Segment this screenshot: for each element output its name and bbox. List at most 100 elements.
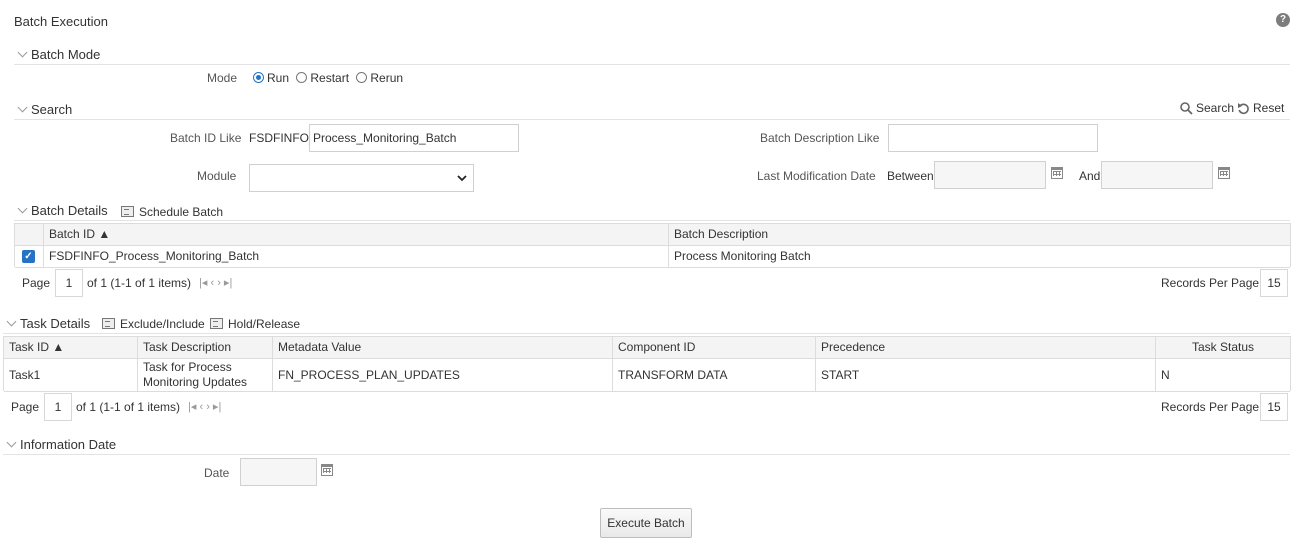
column-header-task-description[interactable]: Task Description [137, 337, 272, 358]
table-header-row: Task ID ▲ Task Description Metadata Valu… [4, 337, 1290, 359]
batch-id-cell: FSDFINFO_Process_Monitoring_Batch [43, 246, 668, 267]
execute-batch-button[interactable]: Execute Batch [600, 508, 692, 538]
records-per-page-label: Records Per Page [1161, 400, 1260, 414]
task-description-cell: Task for Process Monitoring Updates [137, 359, 272, 391]
module-select[interactable] [249, 164, 474, 192]
divider [14, 64, 1290, 65]
pager-page-label: Page [22, 276, 51, 290]
chevron-down-icon [17, 47, 28, 58]
chevron-down-icon [6, 437, 17, 448]
column-header-metadata-value[interactable]: Metadata Value [272, 337, 612, 358]
prev-page-icon[interactable]: ‹ [199, 401, 203, 413]
task-details-table: Task ID ▲ Task Description Metadata Valu… [3, 336, 1291, 392]
divider [3, 454, 1290, 455]
task-details-header-label: Task Details [20, 316, 91, 331]
row-select-cell: ✓ [15, 246, 43, 267]
information-date-input[interactable] [240, 458, 317, 486]
chevron-down-icon [17, 102, 28, 113]
calendar-icon[interactable] [321, 464, 333, 476]
search-header-label: Search [31, 102, 73, 117]
mode-radio-restart[interactable]: Restart [296, 71, 349, 85]
batch-id-like-label: Batch ID Like [170, 131, 242, 145]
and-label: And [1079, 169, 1101, 183]
batch-mode-header-label: Batch Mode [31, 47, 101, 62]
search-button[interactable]: Search [1180, 101, 1234, 115]
pager-summary: of 1 (1-1 of 1 items) [87, 276, 192, 290]
exclude-include-button[interactable]: Exclude/Include [102, 317, 205, 331]
mode-radio-rerun[interactable]: Rerun [356, 71, 403, 85]
pager-nav: |◂ ‹ › ▸| [199, 276, 232, 289]
pager-nav: |◂ ‹ › ▸| [188, 400, 221, 413]
mode-radio-run[interactable]: Run [253, 71, 289, 85]
mode-label: Mode [207, 71, 238, 85]
last-page-icon[interactable]: ▸| [224, 277, 232, 289]
batch-mode-section-header[interactable]: Batch Mode [16, 47, 100, 62]
and-date-input[interactable] [1101, 161, 1213, 189]
batch-id-like-input[interactable]: Process_Monitoring_Batch [309, 124, 519, 152]
search-icon [1180, 101, 1193, 115]
pager-summary: of 1 (1-1 of 1 items) [76, 400, 181, 414]
between-label: Between [887, 169, 934, 183]
calendar-icon[interactable] [1218, 167, 1230, 179]
column-header-precedence[interactable]: Precedence [815, 337, 1155, 358]
batch-description-like-input[interactable] [888, 124, 1098, 152]
batch-details-table: Batch ID ▲ Batch Description ✓ FSDFINFO_… [14, 223, 1291, 268]
batch-description-like-label: Batch Description Like [760, 131, 880, 145]
column-header-task-id[interactable]: Task ID ▲ [4, 337, 137, 358]
chevron-down-icon [457, 175, 467, 182]
batch-id-prefix: FSDFINFO_ [249, 131, 316, 145]
schedule-icon [121, 206, 134, 217]
mode-radio-group: Run Restart Rerun [253, 71, 403, 85]
precedence-cell: START [815, 359, 1155, 391]
table-row[interactable]: Task1 Task for Process Monitoring Update… [4, 359, 1290, 392]
pager-page-label: Page [11, 400, 40, 414]
last-modification-date-label: Last Modification Date [757, 169, 876, 183]
first-page-icon[interactable]: |◂ [199, 277, 207, 289]
first-page-icon[interactable]: |◂ [188, 401, 196, 413]
chevron-down-icon [17, 203, 28, 214]
date-label: Date [204, 466, 230, 480]
table-row[interactable]: ✓ FSDFINFO_Process_Monitoring_Batch Proc… [15, 246, 1290, 268]
information-date-section-header[interactable]: Information Date [5, 437, 116, 452]
task-id-cell: Task1 [9, 367, 41, 382]
column-header-batch-id[interactable]: Batch ID ▲ [43, 224, 668, 245]
column-header-task-status[interactable]: Task Status [1155, 337, 1290, 358]
module-label: Module [197, 169, 237, 183]
pager-page-input[interactable]: 1 [55, 269, 83, 297]
chevron-down-icon [6, 316, 17, 327]
column-header-component-id[interactable]: Component ID [612, 337, 815, 358]
column-header-batch-description[interactable]: Batch Description [668, 224, 1290, 245]
calendar-icon[interactable] [1051, 167, 1063, 179]
batch-details-header-label: Batch Details [31, 203, 108, 218]
schedule-batch-button[interactable]: Schedule Batch [121, 205, 223, 219]
information-date-header-label: Information Date [20, 437, 117, 452]
between-date-input[interactable] [934, 161, 1046, 189]
reset-button[interactable]: Reset [1237, 101, 1284, 115]
next-page-icon[interactable]: › [206, 401, 210, 413]
divider [14, 119, 1290, 120]
last-page-icon[interactable]: ▸| [213, 401, 221, 413]
divider [14, 220, 1290, 221]
hold-release-button[interactable]: Hold/Release [210, 317, 300, 331]
search-section-header[interactable]: Search [16, 102, 72, 117]
radio-icon[interactable] [296, 72, 308, 83]
row-checkbox[interactable]: ✓ [22, 250, 35, 263]
divider [3, 333, 1290, 334]
radio-selected-icon[interactable] [253, 72, 264, 83]
select-column-header [15, 224, 43, 245]
next-page-icon[interactable]: › [217, 277, 221, 289]
prev-page-icon[interactable]: ‹ [210, 277, 214, 289]
exclude-include-icon [102, 318, 115, 329]
records-per-page-input[interactable]: 15 [1260, 393, 1288, 421]
task-details-section-header[interactable]: Task Details [5, 316, 90, 331]
radio-icon[interactable] [356, 72, 368, 83]
task-status-cell: N [1155, 359, 1290, 391]
table-header-row: Batch ID ▲ Batch Description [15, 224, 1290, 246]
batch-details-section-header[interactable]: Batch Details [16, 203, 108, 218]
help-icon[interactable]: ? [1276, 13, 1290, 27]
records-per-page-input[interactable]: 15 [1260, 269, 1288, 297]
page-title: Batch Execution [14, 14, 108, 29]
metadata-value-cell: FN_PROCESS_PLAN_UPDATES [272, 359, 612, 391]
component-id-cell: TRANSFORM DATA [612, 359, 815, 391]
pager-page-input[interactable]: 1 [44, 393, 72, 421]
